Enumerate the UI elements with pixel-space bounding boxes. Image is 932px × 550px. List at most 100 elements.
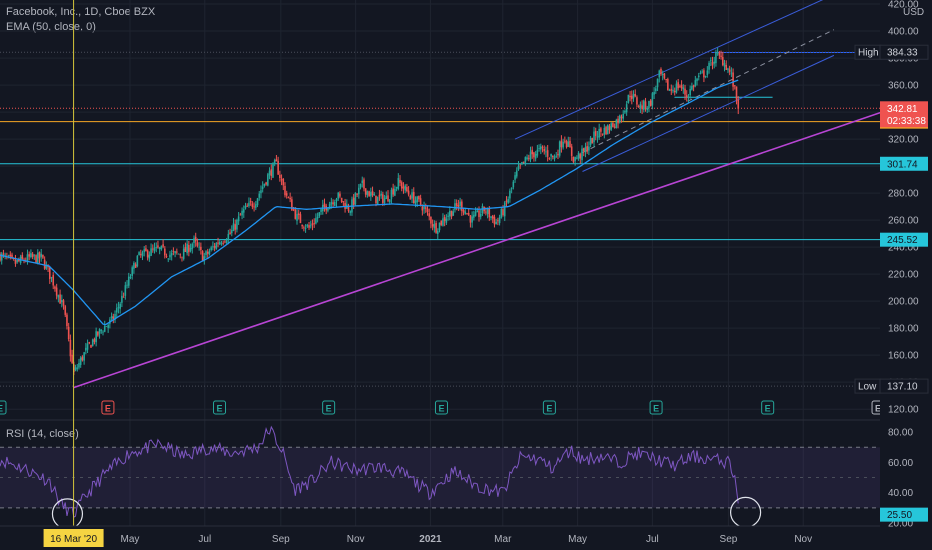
candle-body [42,254,44,258]
candle-body [605,126,607,135]
candle-body [689,89,691,96]
rsi-current-label: 25.50 [887,510,912,521]
candle-body [102,331,104,333]
candle-body [328,203,331,210]
candle-body [553,156,556,160]
candle-body [701,71,703,73]
earnings-badge-letter: E [0,404,3,414]
candle-body [205,251,207,256]
candle-body [380,193,382,196]
candle-body [461,201,463,211]
candle-body [292,209,295,211]
candle-body [30,253,32,257]
candle-body [462,209,465,213]
candle-body [79,357,82,365]
candle-body [85,347,87,351]
earnings-badge: E [649,400,663,415]
candle-body [421,206,424,211]
candle-body [4,254,6,256]
candle-body [548,157,551,159]
candle-body [38,252,41,259]
candle-body [291,199,293,211]
candle-body [313,223,315,225]
candles [0,47,740,376]
candle-body [294,209,297,219]
candle-body [342,201,345,203]
candle-body [624,111,626,113]
price-tick-label: 200.00 [888,297,919,308]
candle-body [716,52,719,54]
candle-body [304,227,307,229]
candle-body [31,253,34,258]
candle-body [327,208,329,211]
candle-body [534,153,537,159]
candle-body [179,254,182,256]
candle-body [50,276,53,278]
candle-body [720,55,722,57]
earnings-badge-letter: E [105,404,111,414]
candle-body [98,329,101,334]
candle-body [244,205,247,209]
candle-body [2,253,5,255]
candle-body [215,243,218,250]
candle-body [282,178,285,186]
price-tick-label: 320.00 [888,135,919,146]
candle-body [469,215,472,223]
candle-body [136,255,139,267]
candle-body [450,210,453,217]
candle-body [670,88,673,91]
candle-body [43,259,46,269]
candle-body [404,185,406,191]
candle-body [83,352,85,361]
candle-body [426,208,429,212]
candle-body [557,153,559,156]
candle-body [198,246,200,248]
candle-body [366,191,369,196]
candle-body [378,194,381,197]
candle-body [272,163,274,178]
candle-body [728,69,731,72]
candle-body [442,218,444,226]
candle-body [677,82,679,89]
time-tick-label: May [121,534,140,545]
candle-body [126,284,128,286]
candle-body [0,253,1,261]
candle-body [486,208,489,215]
candle-body [576,157,578,159]
candle-body [392,188,394,195]
candle-body [533,152,535,158]
candle-body [170,253,173,256]
price-tick-label: 400.00 [888,27,919,38]
candle-body [150,248,152,256]
candle-body [169,254,171,258]
candle-body [435,222,437,233]
candle-body [71,354,73,363]
candle-body [164,248,166,256]
candle-body [208,251,211,255]
candle-body [227,233,230,240]
candle-body [709,60,712,62]
candle-body [708,62,710,70]
candle-body [146,250,149,258]
candle-body [48,267,51,280]
candle-body [646,107,649,111]
candle-body [121,295,123,303]
candle-body [16,259,18,263]
candle-body [158,247,161,250]
time-tick-label: 2021 [419,534,442,545]
candle-body [241,210,243,216]
price-chart[interactable]: EEEEEEEEE420.00400.00380.00360.00340.003… [0,0,932,550]
candle-body [584,146,587,153]
candle-body [697,75,700,78]
candle-body [383,198,386,203]
candle-body [311,223,314,226]
candle-body [90,345,92,348]
candle-body [246,205,249,207]
candle-body [479,213,482,217]
candle-body [436,230,439,234]
candle-body [680,85,683,89]
candle-body [308,225,310,228]
candle-body [613,126,616,128]
candle-body [273,160,276,164]
candle-body [725,64,728,70]
